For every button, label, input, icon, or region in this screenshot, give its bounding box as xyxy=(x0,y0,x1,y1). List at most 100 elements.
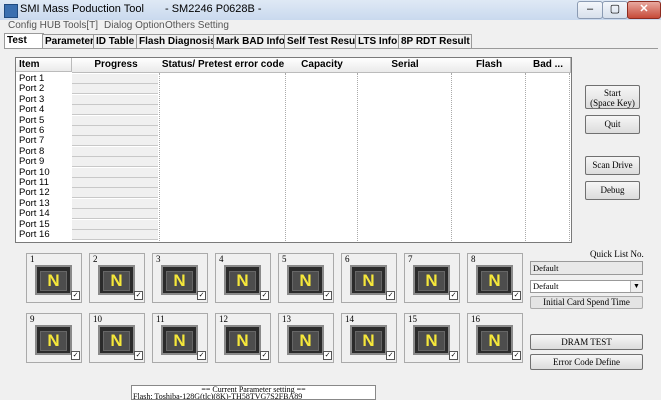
table-row[interactable]: Port 11 xyxy=(16,177,571,188)
progress-cell xyxy=(72,146,158,157)
port-checkbox[interactable]: ✓ xyxy=(134,351,143,360)
port-checkbox[interactable]: ✓ xyxy=(71,291,80,300)
progress-cell xyxy=(72,178,158,188)
progress-cell xyxy=(72,105,158,116)
port-panel[interactable]: 14 N ✓ xyxy=(341,313,397,363)
port-panel[interactable]: 15 N ✓ xyxy=(404,313,460,363)
drive-status-label: N xyxy=(292,271,319,291)
port-number: 13 xyxy=(282,314,291,324)
table-row[interactable]: Port 16 xyxy=(16,229,571,240)
dram-test-button[interactable]: DRAM TEST xyxy=(530,334,643,350)
tab-8p-rdt-result[interactable]: 8P RDT Result xyxy=(398,34,472,48)
port-panel[interactable]: 6 N ✓ xyxy=(341,253,397,303)
drive-status-label: N xyxy=(103,331,130,351)
close-button[interactable]: ✕ xyxy=(627,1,661,19)
table-row[interactable]: Port 4 xyxy=(16,104,571,116)
maximize-button[interactable]: ▢ xyxy=(602,1,628,19)
port-label: Port 6 xyxy=(19,125,45,136)
port-checkbox[interactable]: ✓ xyxy=(386,351,395,360)
col-status[interactable]: Status/ Pretest error code xyxy=(160,58,287,73)
port-checkbox[interactable]: ✓ xyxy=(260,351,269,360)
port-checkbox[interactable]: ✓ xyxy=(134,291,143,300)
drive-status-tile: N xyxy=(224,265,261,295)
port-checkbox[interactable]: ✓ xyxy=(323,351,332,360)
port-checkbox[interactable]: ✓ xyxy=(323,291,332,300)
progress-cell xyxy=(72,209,158,220)
drive-status-label: N xyxy=(40,331,67,351)
port-panel[interactable]: 13 N ✓ xyxy=(278,313,334,363)
menu-dialog-option[interactable]: Dialog Option xyxy=(104,20,165,31)
port-checkbox[interactable]: ✓ xyxy=(512,291,521,300)
port-label: Port 5 xyxy=(19,114,45,126)
port-list[interactable]: Item Progress Status/ Pretest error code… xyxy=(15,57,572,243)
col-serial[interactable]: Serial xyxy=(358,58,453,73)
table-row[interactable]: Port 1 xyxy=(16,73,571,84)
port-panel[interactable]: 4 N ✓ xyxy=(215,253,271,303)
tab-id-table[interactable]: ID Table xyxy=(93,34,139,48)
port-panel[interactable]: 3 N ✓ xyxy=(152,253,208,303)
table-row[interactable]: Port 13 xyxy=(16,198,571,209)
col-flash[interactable]: Flash xyxy=(452,58,527,73)
port-panel[interactable]: 1 N ✓ xyxy=(26,253,82,303)
progress-cell xyxy=(72,230,158,240)
port-label: Port 15 xyxy=(19,218,50,230)
quick-list-select[interactable]: Default ▼ xyxy=(530,280,643,293)
tab-flash-diagnosis[interactable]: Flash Diagnosis xyxy=(136,34,216,48)
port-checkbox[interactable]: ✓ xyxy=(71,351,80,360)
col-bad[interactable]: Bad ... xyxy=(526,58,571,73)
port-panel[interactable]: 5 N ✓ xyxy=(278,253,334,303)
col-capacity[interactable]: Capacity xyxy=(286,58,359,73)
table-row[interactable]: Port 15 xyxy=(16,218,571,230)
tab-lts-info[interactable]: LTS Info xyxy=(355,34,401,48)
tab-parameter[interactable]: Parameter xyxy=(42,34,96,48)
table-row[interactable]: Port 6 xyxy=(16,125,571,136)
tab-mark-bad-info[interactable]: Mark BAD Info xyxy=(213,34,287,48)
port-panel[interactable]: 16 N ✓ xyxy=(467,313,523,363)
quit-button[interactable]: Quit xyxy=(585,115,640,134)
drive-status-tile: N xyxy=(35,325,72,355)
port-panel[interactable]: 7 N ✓ xyxy=(404,253,460,303)
table-row[interactable]: Port 3 xyxy=(16,93,571,105)
port-panel[interactable]: 10 N ✓ xyxy=(89,313,145,363)
table-row[interactable]: Port 10 xyxy=(16,167,571,178)
tab-self-test-result[interactable]: Self Test Result xyxy=(284,34,361,48)
drive-status-tile: N xyxy=(350,325,387,355)
minimize-button[interactable]: – xyxy=(577,1,603,19)
port-checkbox[interactable]: ✓ xyxy=(512,351,521,360)
table-row[interactable]: Port 14 xyxy=(16,208,571,220)
tab-test[interactable]: Test xyxy=(4,33,44,49)
port-panel[interactable]: 2 N ✓ xyxy=(89,253,145,303)
port-panel[interactable]: 11 N ✓ xyxy=(152,313,208,363)
port-checkbox[interactable]: ✓ xyxy=(197,351,206,360)
port-label: Port 4 xyxy=(19,104,45,116)
port-panel[interactable]: 9 N ✓ xyxy=(26,313,82,363)
port-checkbox[interactable]: ✓ xyxy=(449,291,458,300)
drive-status-tile: N xyxy=(476,265,513,295)
port-checkbox[interactable]: ✓ xyxy=(386,291,395,300)
port-label: Port 3 xyxy=(19,93,45,105)
port-checkbox[interactable]: ✓ xyxy=(197,291,206,300)
app-icon xyxy=(4,4,18,18)
menu-tools[interactable]: Tools[T] xyxy=(63,20,98,31)
table-row[interactable]: Port 8 xyxy=(16,146,571,157)
table-row[interactable]: Port 9 xyxy=(16,156,571,168)
table-row[interactable]: Port 5 xyxy=(16,114,571,126)
port-panel[interactable]: 12 N ✓ xyxy=(215,313,271,363)
chevron-down-icon[interactable]: ▼ xyxy=(630,281,642,292)
col-item[interactable]: Item xyxy=(16,58,72,72)
col-progress[interactable]: Progress xyxy=(72,58,161,73)
table-row[interactable]: Port 12 xyxy=(16,187,571,199)
scan-drive-button[interactable]: Scan Drive xyxy=(585,156,640,175)
quick-list-label: Quick List No. xyxy=(590,249,644,259)
menu-config-hub[interactable]: Config HUB xyxy=(8,20,61,31)
error-code-define-button[interactable]: Error Code Define xyxy=(530,354,643,370)
port-number: 7 xyxy=(408,254,413,264)
table-row[interactable]: Port 7 xyxy=(16,135,571,147)
menu-others-setting[interactable]: Others Setting xyxy=(165,20,229,31)
port-checkbox[interactable]: ✓ xyxy=(260,291,269,300)
port-panel[interactable]: 8 N ✓ xyxy=(467,253,523,303)
table-row[interactable]: Port 2 xyxy=(16,83,571,95)
start-button[interactable]: Start (Space Key) xyxy=(585,85,640,109)
port-checkbox[interactable]: ✓ xyxy=(449,351,458,360)
debug-button[interactable]: Debug xyxy=(585,181,640,200)
